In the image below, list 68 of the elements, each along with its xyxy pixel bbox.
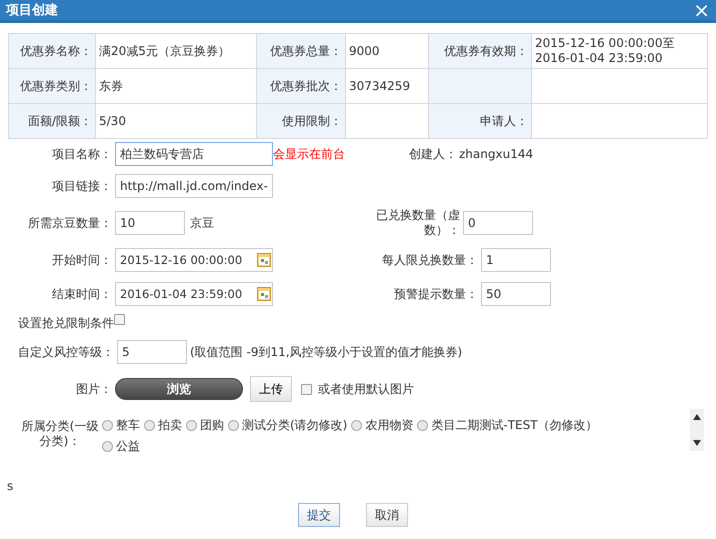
input-field[interactable]: 1 bbox=[481, 248, 551, 272]
window-title: 项目创建 bbox=[6, 2, 58, 19]
table-cell: 优惠券名称： bbox=[8, 34, 96, 68]
table-cell: 面额/限额： bbox=[8, 104, 96, 138]
field-label: 每人限兑换数量： bbox=[381, 252, 478, 268]
field-label: 结束时间： bbox=[51, 286, 112, 302]
table-cell: 使用限制： bbox=[256, 104, 346, 138]
unit-label: 京豆 bbox=[190, 214, 215, 232]
radio-button[interactable] bbox=[144, 420, 155, 431]
table-cell: 优惠券总量： bbox=[256, 34, 346, 68]
table-cell: 优惠券批次： bbox=[256, 68, 346, 104]
input-field[interactable]: 柏兰数码专营店 bbox=[115, 142, 273, 166]
field-label: 项目链接： bbox=[51, 178, 112, 194]
close-button[interactable]: × bbox=[693, 1, 710, 19]
table-cell: 5/30 bbox=[96, 104, 256, 138]
input-field[interactable]: 10 bbox=[115, 211, 185, 235]
radio-label: 公益 bbox=[116, 438, 140, 455]
table-cell: 申请人： bbox=[428, 104, 532, 138]
calendar-icon[interactable] bbox=[257, 253, 271, 267]
calendar-icon[interactable] bbox=[257, 287, 271, 301]
field-label: 自定义风控等级： bbox=[17, 344, 114, 360]
field-label: 创建人： bbox=[409, 146, 457, 162]
radio-label: 整车 bbox=[116, 417, 140, 434]
input-field[interactable]: http://mall.jd.com/index- bbox=[115, 174, 273, 198]
date-field[interactable]: 2016-01-04 23:59:00 bbox=[115, 282, 273, 306]
field-label: 项目名称： bbox=[51, 146, 112, 162]
radio-button[interactable] bbox=[102, 441, 113, 452]
field-value: zhangxu144 bbox=[459, 147, 534, 161]
radio-button[interactable] bbox=[417, 420, 428, 431]
radio-button[interactable] bbox=[228, 420, 239, 431]
browse-button[interactable]: 浏览 bbox=[115, 378, 243, 400]
upload-button[interactable]: 上传 bbox=[250, 376, 292, 402]
table-cell: 2015-12-16 00:00:00至 2016-01-04 23:59:00 bbox=[532, 34, 708, 68]
input-field[interactable]: 0 bbox=[463, 211, 533, 235]
checkbox-label: 设置抢兑限制条件 bbox=[18, 314, 114, 332]
table-cell: 东券 bbox=[96, 68, 256, 104]
field-label: 所属分类(一级分类)： bbox=[20, 419, 100, 449]
radio-label: 农用物资 bbox=[365, 417, 414, 434]
stray-text: s bbox=[6, 479, 14, 493]
field-label: 开始时间： bbox=[51, 252, 112, 268]
radio-label: 类目二期测试-TEST（勿修改） bbox=[431, 417, 598, 434]
table-cell: 优惠券类别： bbox=[8, 68, 96, 104]
radio-label: 拍卖 bbox=[158, 417, 182, 434]
field-label: 已兑换数量（虚数）： bbox=[375, 208, 460, 238]
scroll-down-icon[interactable] bbox=[693, 440, 701, 446]
table-cell: 优惠券有效期： bbox=[428, 34, 532, 68]
field-label: 预警提示数量： bbox=[393, 286, 478, 302]
radio-button[interactable] bbox=[102, 420, 113, 431]
table-cell: 9000 bbox=[346, 34, 428, 68]
input-field[interactable]: 50 bbox=[481, 282, 551, 306]
field-note: 会显示在前台 bbox=[273, 146, 346, 162]
checkbox[interactable] bbox=[114, 314, 125, 325]
field-label: 图片： bbox=[75, 380, 112, 398]
field-label: 所需京豆数量： bbox=[27, 214, 112, 232]
input-field[interactable]: 5 bbox=[117, 340, 187, 364]
radio-label: 测试分类(请勿修改) bbox=[242, 417, 348, 434]
date-field[interactable]: 2015-12-16 00:00:00 bbox=[115, 248, 273, 272]
field-hint: (取值范围 -9到11,风控等级小于设置的值才能换券) bbox=[190, 344, 462, 360]
scroll-up-icon[interactable] bbox=[693, 414, 701, 420]
radio-button[interactable] bbox=[186, 420, 197, 431]
dialog-button[interactable]: 提交 bbox=[298, 503, 340, 527]
table-cell: 满20减5元（京豆换券） bbox=[96, 34, 256, 68]
radio-label: 团购 bbox=[200, 417, 224, 434]
checkbox-label: 或者使用默认图片 bbox=[318, 380, 414, 398]
radio-button[interactable] bbox=[351, 420, 362, 431]
dialog-button[interactable]: 取消 bbox=[366, 503, 408, 527]
scrollbar[interactable] bbox=[690, 409, 704, 451]
checkbox[interactable] bbox=[301, 384, 312, 394]
